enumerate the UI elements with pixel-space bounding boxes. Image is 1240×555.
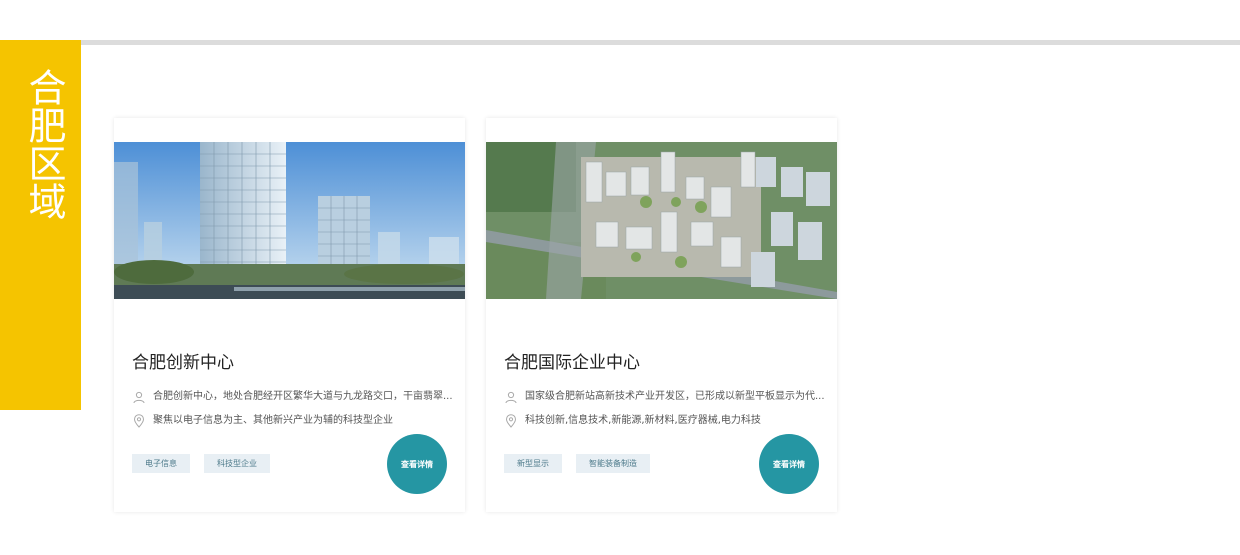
address-text: 国家级合肥新站高新技术产业开发区，已形成以新型平板显示为代... — [525, 391, 825, 402]
map-pin-icon — [504, 414, 518, 428]
tag[interactable]: 智能装备制造 — [576, 454, 650, 473]
project-card[interactable]: 合肥国际企业中心 国家级合肥新站高新技术产业开发区，已形成以新型平板显示为代..… — [486, 118, 837, 512]
region-title: 合肥区域 — [22, 68, 66, 220]
person-location-icon — [132, 390, 146, 404]
industry-row: 科技创新,信息技术,新能源,新材料,医疗器械,电力科技 — [504, 413, 824, 429]
office-towers-image — [114, 142, 465, 299]
industry-text: 聚焦以电子信息为主、其他新兴产业为辅的科技型企业 — [153, 415, 393, 426]
map-pin-icon — [132, 414, 146, 428]
tag[interactable]: 电子信息 — [132, 454, 190, 473]
person-location-icon — [504, 390, 518, 404]
address-row: 合肥创新中心，地处合肥经开区繁华大道与九龙路交口，干亩翡翠... — [132, 389, 453, 405]
tag[interactable]: 科技型企业 — [204, 454, 270, 473]
view-details-button[interactable]: 查看详情 — [759, 434, 819, 494]
project-card[interactable]: 合肥创新中心 合肥创新中心，地处合肥经开区繁华大道与九龙路交口，干亩翡翠... … — [114, 118, 465, 512]
address-text: 合肥创新中心，地处合肥经开区繁华大道与九龙路交口，干亩翡翠... — [153, 391, 453, 402]
project-image[interactable] — [486, 142, 837, 299]
industry-text: 科技创新,信息技术,新能源,新材料,医疗器械,电力科技 — [525, 415, 761, 426]
project-title[interactable]: 合肥创新中心 — [132, 348, 234, 373]
industry-row: 聚焦以电子信息为主、其他新兴产业为辅的科技型企业 — [132, 413, 452, 429]
address-row: 国家级合肥新站高新技术产业开发区，已形成以新型平板显示为代... — [504, 389, 825, 405]
tag[interactable]: 新型显示 — [504, 454, 562, 473]
project-image[interactable] — [114, 142, 465, 299]
project-title[interactable]: 合肥国际企业中心 — [504, 348, 640, 373]
page: 合肥区域 合肥创新中心 合肥创新中心，地处合肥经开区繁华大道与九龙路交口，干亩翡… — [0, 0, 1240, 555]
view-details-button[interactable]: 查看详情 — [387, 434, 447, 494]
top-divider — [81, 40, 1240, 45]
aerial-industrial-park-image — [486, 142, 837, 299]
